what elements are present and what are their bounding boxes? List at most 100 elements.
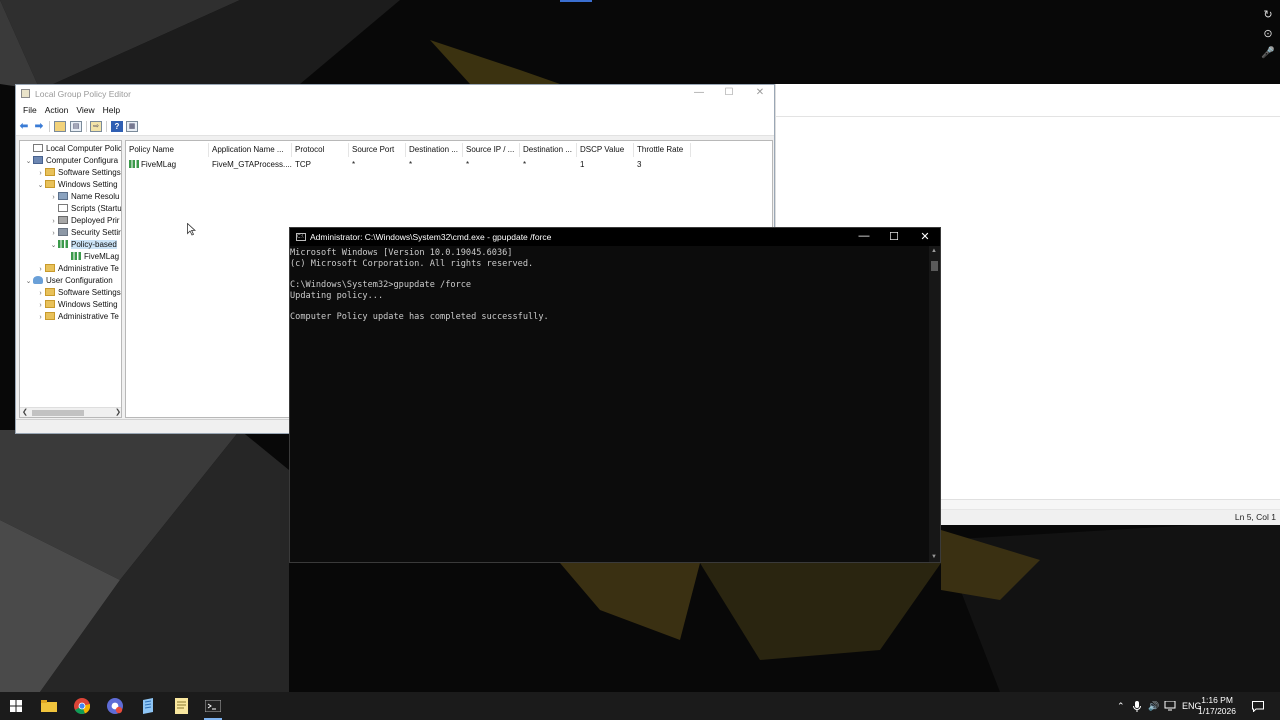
cmd-vscroll[interactable]: ▲ ▼: [929, 246, 940, 562]
show-hidden-icons-button[interactable]: ⌃: [1117, 692, 1125, 720]
folder-icon: [45, 300, 55, 308]
export-list-icon[interactable]: ⇨: [90, 121, 102, 132]
notepad-toolbar: [776, 84, 1280, 117]
expand-chevron-icon[interactable]: ›: [36, 312, 45, 324]
collapse-chevron-icon[interactable]: ⌄: [36, 180, 45, 192]
tree-node-label: User Configuration: [46, 276, 113, 285]
cmd-close-button[interactable]: ✕: [915, 230, 935, 243]
show-tree-icon[interactable]: ▤: [70, 121, 82, 132]
computer-icon: [33, 156, 43, 164]
tree-node[interactable]: Local Computer Policy: [24, 143, 121, 155]
tree-node-label: Software Settings: [58, 168, 121, 177]
menu-file[interactable]: File: [22, 105, 44, 115]
help-icon[interactable]: ?: [111, 121, 123, 132]
cmd-minimize-button[interactable]: —: [854, 230, 874, 242]
tree-node[interactable]: FiveMLag: [62, 251, 119, 263]
cmd-console-output[interactable]: Microsoft Windows [Version 10.0.19045.60…: [290, 248, 928, 562]
gpe-title: Local Group Policy Editor: [35, 89, 131, 99]
clock-date: 1/17/2026: [1198, 706, 1236, 716]
tree-node-label: Administrative Te: [58, 264, 119, 273]
doc-icon: [33, 144, 43, 152]
clock-time: 1:16 PM: [1201, 695, 1233, 705]
tree-node[interactable]: Scripts (Startu: [49, 203, 121, 215]
tree-hscroll-thumb[interactable]: [32, 410, 84, 416]
sticky-notes-icon[interactable]: [170, 696, 192, 716]
tree-node[interactable]: ⌄ Computer Configura: [24, 155, 118, 167]
chrome-profile-icon[interactable]: [104, 696, 126, 716]
forward-arrow-icon[interactable]: ➡: [33, 121, 45, 132]
col-policy-name[interactable]: Policy Name: [126, 143, 209, 157]
col-application-name[interactable]: Application Name ...: [209, 143, 292, 157]
netw-icon: [58, 192, 68, 200]
tree-node[interactable]: ⌄ Windows Setting: [36, 179, 118, 191]
tree-node-label: FiveMLag: [84, 252, 120, 261]
col-destination-ip[interactable]: Destination ...: [520, 143, 577, 157]
tree-node[interactable]: › Name Resolu: [49, 191, 119, 203]
notepad-icon[interactable]: [137, 696, 159, 716]
cmd-icon[interactable]: [202, 696, 224, 720]
col-source-ip[interactable]: Source IP / ...: [463, 143, 520, 157]
back-arrow-icon[interactable]: ⬅: [18, 121, 30, 132]
tree-node[interactable]: › Software Settings: [36, 167, 121, 179]
cell-source-ip: *: [466, 160, 470, 169]
col-dscp-value[interactable]: DSCP Value: [577, 143, 634, 157]
chrome-icon[interactable]: [71, 696, 93, 716]
refresh-icon[interactable]: ↻: [1260, 6, 1276, 25]
col-destination-port[interactable]: Destination ...: [406, 143, 463, 157]
col-source-port[interactable]: Source Port: [349, 143, 406, 157]
tree-node-label: Security Settir: [71, 228, 121, 237]
tree-node[interactable]: ⌄ User Configuration: [24, 275, 113, 287]
collapse-chevron-icon[interactable]: ⌄: [49, 240, 58, 252]
menu-help[interactable]: Help: [102, 105, 127, 115]
scroll-left-icon[interactable]: ❮: [22, 408, 28, 416]
tree-hscroll[interactable]: ❮ ❯: [20, 407, 121, 417]
tree-node[interactable]: › Software Settings: [36, 287, 121, 299]
volume-icon[interactable]: 🔊: [1148, 692, 1159, 720]
taskbar-clock[interactable]: 1:16 PM 1/17/2026: [1198, 695, 1236, 717]
collapse-chevron-icon[interactable]: ⌄: [24, 276, 33, 288]
scroll-up-icon[interactable]: ▲: [931, 248, 937, 254]
folder-icon: [45, 264, 55, 272]
tree-node[interactable]: › Security Settir: [49, 227, 121, 239]
menu-view[interactable]: View: [75, 105, 101, 115]
target-icon[interactable]: ⊙: [1260, 25, 1276, 44]
folder-icon: [45, 168, 55, 176]
tree-node-label: Name Resolu: [71, 192, 120, 201]
up-folder-icon[interactable]: [54, 121, 66, 132]
col-protocol[interactable]: Protocol: [292, 143, 349, 157]
menu-action[interactable]: Action: [44, 105, 76, 115]
start-icon[interactable]: [5, 696, 27, 716]
minimize-button[interactable]: —: [692, 87, 706, 98]
tree-node[interactable]: › Windows Setting: [36, 299, 118, 311]
tree-node-label: Administrative Te: [58, 312, 119, 321]
cmd-window: C:\ Administrator: C:\Windows\System32\c…: [289, 227, 941, 563]
cell-application-name: FiveM_GTAProcess....: [212, 160, 292, 169]
tree-node[interactable]: ⌄ Policy-based: [49, 239, 117, 251]
cell-source-port: *: [352, 160, 356, 169]
col-throttle-rate[interactable]: Throttle Rate: [634, 143, 691, 157]
file-explorer-icon[interactable]: [38, 696, 60, 716]
network-icon[interactable]: [1164, 692, 1176, 720]
collapse-chevron-icon[interactable]: ⌄: [24, 156, 33, 168]
cmd-titlebar[interactable]: C:\ Administrator: C:\Windows\System32\c…: [290, 228, 940, 246]
cmd-maximize-button[interactable]: ☐: [884, 230, 904, 243]
list-header: Policy Name Application Name ... Protoco…: [126, 143, 772, 157]
scroll-down-icon[interactable]: ▼: [931, 554, 937, 560]
tree-node[interactable]: › Deployed Prir: [49, 215, 119, 227]
tree-node[interactable]: › Administrative Te: [36, 311, 119, 323]
doc-icon: [58, 204, 68, 212]
folder-icon: [45, 180, 55, 188]
microphone-icon[interactable]: 🎤: [1260, 44, 1276, 63]
gpe-titlebar[interactable]: Local Group Policy Editor — ☐ ✕: [16, 85, 774, 102]
cmd-vscroll-thumb[interactable]: [931, 261, 938, 271]
close-button[interactable]: ✕: [753, 87, 767, 98]
tree-node[interactable]: › Administrative Te: [36, 263, 119, 275]
tree-node-label: Deployed Prir: [71, 216, 120, 225]
properties-icon[interactable]: ▦: [126, 121, 138, 132]
maximize-button[interactable]: ☐: [722, 87, 736, 98]
console-line: Updating policy...: [290, 290, 384, 301]
notification-center-icon[interactable]: [1252, 692, 1264, 720]
scroll-right-icon[interactable]: ❯: [115, 408, 121, 416]
microphone-tray-icon[interactable]: [1133, 692, 1141, 720]
console-tree: Local Computer Policy ⌄ Computer Configura…: [19, 140, 122, 418]
